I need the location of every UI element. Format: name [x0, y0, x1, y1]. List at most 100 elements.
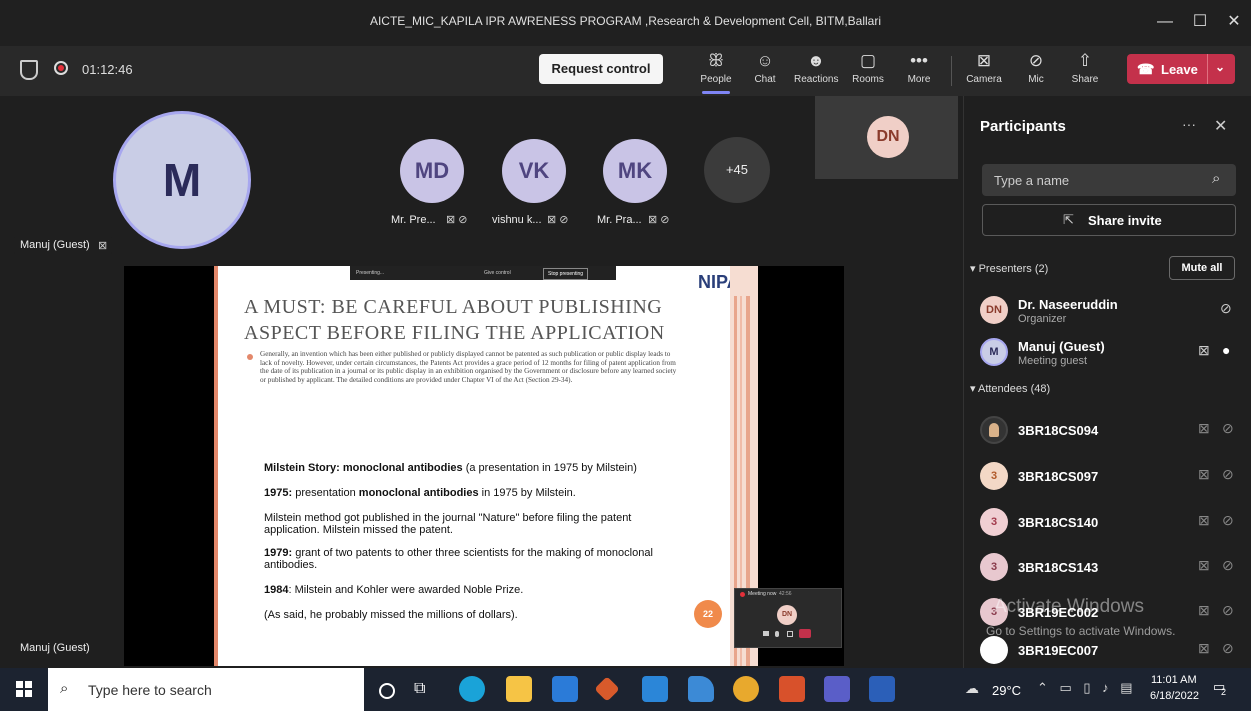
- toolbar-divider: [951, 56, 952, 86]
- app-icon[interactable]: [594, 676, 620, 702]
- more-button[interactable]: ••• More: [897, 50, 941, 92]
- notification-icon[interactable]: ▭ 2: [1213, 679, 1233, 699]
- avatar: [980, 636, 1008, 664]
- attendee-row[interactable]: 3 3BR18CS143 ⊠ ⊘: [980, 553, 1240, 589]
- camera-off-icon: ⊠: [1198, 512, 1210, 528]
- mail-icon[interactable]: [642, 676, 668, 702]
- chevron-down-icon[interactable]: ⌄: [1215, 60, 1225, 74]
- presenters-header[interactable]: ▾ Presenters (2): [970, 262, 1048, 275]
- rooms-icon: ▢: [859, 51, 877, 70]
- attendee-row[interactable]: 3 3BR18CS140 ⊠ ⊘: [980, 508, 1240, 544]
- weather-icon: ☁: [965, 680, 979, 696]
- file-explorer-icon[interactable]: [506, 676, 532, 702]
- slide-1984-line: 1984: Milstein and Kohler were awarded N…: [264, 584, 524, 596]
- taskbar-search-box[interactable]: ⌕ Type here to search: [48, 668, 364, 711]
- mic-icon[interactable]: [775, 631, 779, 637]
- mic-off-icon: ⊘: [1222, 640, 1234, 656]
- camera-off-icon: ⊠: [1198, 466, 1210, 482]
- people-button[interactable]: ꕥ People: [694, 50, 738, 94]
- mute-all-button[interactable]: Mute all: [1169, 256, 1235, 280]
- leave-button[interactable]: ☎ Leave ⌄: [1127, 54, 1235, 84]
- bullet-icon: [247, 354, 253, 360]
- reactions-button[interactable]: ☻ Reactions: [794, 50, 838, 92]
- reactions-icon: ☻: [807, 51, 825, 70]
- camera-off-icon: ⊠: [1198, 602, 1210, 618]
- cortana-icon[interactable]: [379, 683, 395, 699]
- participant-search-input[interactable]: Type a name ⌕: [982, 164, 1236, 196]
- recording-icon: [740, 592, 745, 597]
- system-tray-icons[interactable]: ⌃ ▭ ▯ ♪ ▤: [1037, 680, 1137, 696]
- mic-off-icon: ⊘: [1220, 300, 1232, 316]
- slide-1975-line: 1975: presentation monoclonal antibodies…: [264, 487, 576, 499]
- request-control-button[interactable]: Request control: [539, 54, 663, 84]
- participant-name: Mr. Pra...: [597, 214, 642, 226]
- people-icon: ꕥ: [708, 51, 724, 70]
- stop-presenting-button[interactable]: Stop presenting: [543, 268, 589, 280]
- chevron-down-icon: ▾: [970, 383, 978, 395]
- slide-said-line: (As said, he probably missed the million…: [264, 609, 518, 621]
- close-button[interactable]: ✕: [1222, 10, 1246, 34]
- attendees-header[interactable]: ▾ Attendees (48): [970, 382, 1050, 395]
- search-icon: ⌕: [1212, 170, 1221, 187]
- word-icon[interactable]: [869, 676, 895, 702]
- close-icon[interactable]: ✕: [1214, 116, 1227, 136]
- more-options-icon[interactable]: ···: [1182, 116, 1196, 132]
- presenter-row[interactable]: DN Dr. Naseeruddin Organizer ⊘: [980, 296, 1240, 332]
- mic-off-icon: ⊘: [1222, 466, 1234, 482]
- slide-title-line2: ASPECT BEFORE FILING THE APPLICATION: [244, 322, 665, 344]
- give-control-button[interactable]: Give control: [484, 270, 511, 276]
- attendee-row[interactable]: 3 3BR18CS097 ⊠ ⊘: [980, 462, 1240, 498]
- clock-time[interactable]: 11:01 AM: [1151, 674, 1197, 686]
- self-name-tag: Manuj (Guest) ⊠: [14, 235, 112, 255]
- more-participants-button[interactable]: +45: [704, 137, 770, 203]
- camera-off-icon: ⊠: [976, 51, 992, 70]
- weather-temp[interactable]: 29°C: [992, 683, 1021, 698]
- camera-button[interactable]: ⊠ Camera: [962, 50, 1006, 92]
- task-view-icon[interactable]: ⧉: [414, 676, 440, 702]
- dn-video-tile: DN: [815, 96, 958, 179]
- mic-off-icon: ⊘: [1222, 420, 1234, 436]
- mini-dn-avatar: DN: [777, 605, 797, 625]
- app-icon[interactable]: [688, 676, 714, 702]
- share-icon[interactable]: [787, 631, 793, 637]
- camera-off-icon: ⊠ ⊘: [446, 214, 468, 226]
- maximize-button[interactable]: ☐: [1188, 10, 1212, 34]
- slide-method-line: Milstein method got published in the jou…: [264, 512, 632, 536]
- windows-taskbar: ⌕ Type here to search ⧉ ☁ 29°C ⌃ ▭ ▯ ♪ ▤…: [0, 668, 1251, 711]
- rooms-button[interactable]: ▢ Rooms: [846, 50, 890, 92]
- store-icon[interactable]: [552, 676, 578, 702]
- avatar: 3: [980, 508, 1008, 536]
- powerpoint-icon[interactable]: [779, 676, 805, 702]
- clock-date[interactable]: 6/18/2022: [1150, 690, 1199, 702]
- phone-hangup-icon[interactable]: [799, 629, 811, 638]
- teams-icon[interactable]: [824, 676, 850, 702]
- share-icon: ⇧: [1077, 51, 1093, 70]
- meeting-timer: 01:12:46: [82, 62, 133, 77]
- attendee-row[interactable]: 3BR19EC007 ⊠ ⊘: [980, 636, 1240, 672]
- slide-milstein-line: Milstein Story: monoclonal antibodies (a…: [264, 462, 637, 474]
- page-number-badge: 22: [694, 600, 722, 628]
- slide-bullet-text: Generally, an invention which has been e…: [260, 350, 677, 384]
- shield-icon: [20, 60, 38, 80]
- participant-name: Mr. Pre...: [391, 214, 436, 226]
- mini-meeting-window[interactable]: Meeting now 42:56 DN: [734, 588, 842, 648]
- share-invite-button[interactable]: ⇱ Share invite: [982, 204, 1236, 236]
- chrome-icon[interactable]: [733, 676, 759, 702]
- participant-avatar-md: MD: [400, 139, 464, 203]
- attendee-row[interactable]: 3BR18CS094 ⊠ ⊘: [980, 416, 1240, 452]
- presenter-row[interactable]: M Manuj (Guest) Meeting guest ⊠ ●: [980, 338, 1240, 374]
- share-button[interactable]: ⇧ Share: [1063, 50, 1107, 92]
- mic-button[interactable]: ⊘ Mic: [1014, 50, 1058, 92]
- search-icon: ⌕: [60, 680, 69, 697]
- activate-windows-title: Activate Windows: [994, 596, 1144, 617]
- camera-off-icon: ⊠: [98, 240, 108, 252]
- minimize-button[interactable]: —: [1153, 10, 1177, 34]
- camera-icon[interactable]: [763, 631, 769, 636]
- windows-start-icon[interactable]: [16, 681, 32, 697]
- edge-icon[interactable]: [459, 676, 485, 702]
- share-icon: ⇱: [1063, 212, 1074, 227]
- avatar: [980, 416, 1008, 444]
- chat-icon: ☺: [756, 51, 774, 70]
- chat-button[interactable]: ☺ Chat: [743, 50, 787, 92]
- avatar: 3: [980, 462, 1008, 490]
